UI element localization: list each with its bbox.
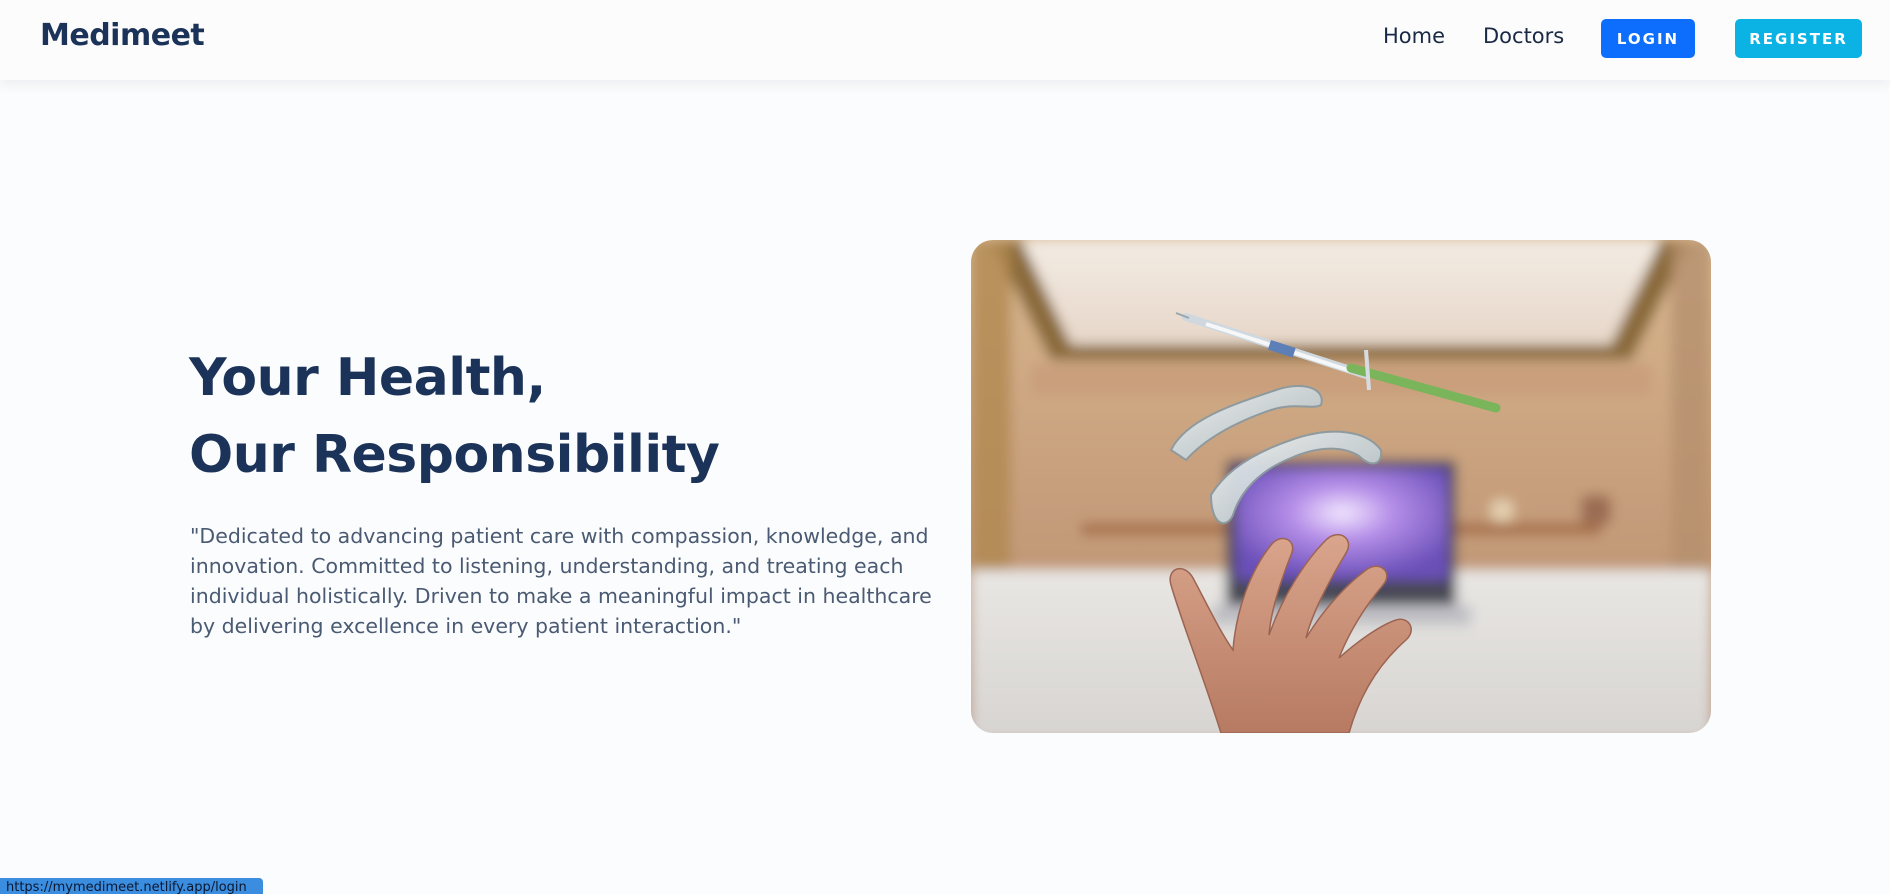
login-button[interactable]: LOGIN: [1601, 19, 1695, 58]
hero-title: Your Health, Our Responsibility: [189, 340, 720, 494]
register-button[interactable]: REGISTER: [1735, 19, 1862, 58]
hero-illustration: [971, 240, 1711, 733]
status-bar-url: https://mymedimeet.netlify.app/login: [0, 878, 263, 894]
hero-description: "Dedicated to advancing patient care wit…: [190, 524, 932, 638]
brand-logo[interactable]: Medimeet: [40, 18, 205, 53]
nav-link-home[interactable]: Home: [1383, 24, 1445, 48]
hero-image: [971, 240, 1711, 733]
navbar: Medimeet Home Doctors LOGIN REGISTER: [0, 0, 1890, 80]
hero-title-line-2: Our Responsibility: [189, 425, 720, 485]
nav-link-doctors[interactable]: Doctors: [1483, 24, 1564, 48]
hero-title-line-1: Your Health,: [189, 348, 546, 408]
